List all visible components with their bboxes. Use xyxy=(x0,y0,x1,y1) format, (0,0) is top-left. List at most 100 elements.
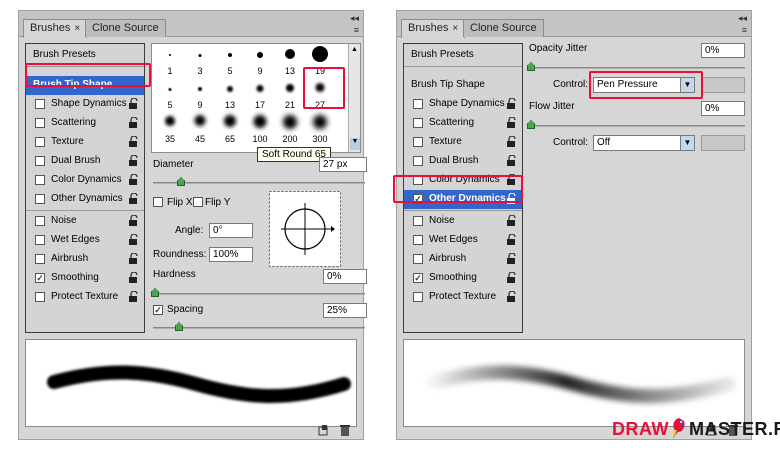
list-item-color-dynamics[interactable]: Color Dynamics xyxy=(26,171,144,190)
lock-icon[interactable] xyxy=(128,253,139,265)
lock-icon[interactable] xyxy=(506,117,517,129)
opacity-jitter-slider-thumb[interactable] xyxy=(527,62,535,71)
angle-field[interactable]: 0° xyxy=(209,223,253,238)
list-item-texture[interactable]: Texture xyxy=(404,133,522,152)
lock-icon[interactable] xyxy=(128,291,139,303)
checkbox[interactable] xyxy=(413,118,423,128)
list-item-scattering[interactable]: Scattering xyxy=(26,114,144,133)
list-item-wet-edges[interactable]: Wet Edges xyxy=(26,231,144,250)
lock-icon[interactable] xyxy=(506,291,517,303)
hardness-field[interactable]: 0% xyxy=(323,269,367,284)
lock-icon[interactable] xyxy=(128,174,139,186)
opacity-jitter-slider[interactable] xyxy=(529,67,745,69)
list-item-texture[interactable]: Texture xyxy=(26,133,144,152)
close-icon[interactable]: × xyxy=(74,23,80,34)
brush-tip-cell[interactable]: 21 xyxy=(275,80,305,110)
checkbox[interactable] xyxy=(413,137,423,147)
list-item-airbrush[interactable]: Airbrush xyxy=(26,250,144,269)
checkbox[interactable] xyxy=(35,118,45,128)
scroll-up-icon[interactable]: ▲ xyxy=(351,46,358,53)
checkbox[interactable] xyxy=(413,292,423,302)
list-item-noise[interactable]: Noise xyxy=(404,212,522,231)
panel-menu-icon[interactable]: ◂◂ ≡ xyxy=(738,12,747,36)
list-item-shape-dynamics[interactable]: Shape Dynamics xyxy=(404,95,522,114)
lock-icon[interactable] xyxy=(506,272,517,284)
list-item-scattering[interactable]: Scattering xyxy=(404,114,522,133)
lock-icon[interactable] xyxy=(128,193,139,205)
lock-icon[interactable] xyxy=(128,215,139,227)
checkbox[interactable] xyxy=(35,292,45,302)
flow-jitter-slider[interactable] xyxy=(529,125,745,127)
list-item-brush-presets[interactable]: Brush Presets xyxy=(404,46,522,65)
brush-tip-cell[interactable]: 13 xyxy=(275,46,305,76)
lock-icon[interactable] xyxy=(506,234,517,246)
lock-icon[interactable] xyxy=(128,136,139,148)
diameter-field[interactable]: 27 px xyxy=(319,157,367,172)
checkbox[interactable] xyxy=(413,254,423,264)
spacing-slider[interactable] xyxy=(153,327,365,329)
tab-brushes[interactable]: Brushes × xyxy=(23,19,88,38)
list-item-wet-edges[interactable]: Wet Edges xyxy=(404,231,522,250)
roundness-field[interactable]: 100% xyxy=(209,247,253,262)
spacing-checkbox[interactable]: ✓ xyxy=(153,305,163,315)
brush-tip-cell[interactable]: 5 xyxy=(155,80,185,110)
checkbox[interactable] xyxy=(35,99,45,109)
checkbox[interactable] xyxy=(35,216,45,226)
tab-clone-source[interactable]: Clone Source xyxy=(463,19,544,37)
flip-y-checkbox[interactable] xyxy=(193,197,203,207)
lock-icon[interactable] xyxy=(506,155,517,167)
brush-tip-cell[interactable]: 17 xyxy=(245,80,275,110)
checkbox[interactable] xyxy=(413,235,423,245)
spacing-field[interactable]: 25% xyxy=(323,303,367,318)
list-item-noise[interactable]: Noise xyxy=(26,212,144,231)
checkbox[interactable] xyxy=(413,156,423,166)
flow-jitter-slider-thumb[interactable] xyxy=(527,120,535,129)
checkbox-checked[interactable]: ✓ xyxy=(413,273,423,283)
checkbox[interactable] xyxy=(413,99,423,109)
checkbox[interactable] xyxy=(35,175,45,185)
diameter-slider-thumb[interactable] xyxy=(177,177,185,186)
opacity-jitter-field[interactable]: 0% xyxy=(701,43,745,58)
brush-tip-cell[interactable]: 65 xyxy=(215,114,245,144)
brush-tip-cell[interactable]: 13 xyxy=(215,80,245,110)
panel-menu-icon[interactable]: ◂◂ ≡ xyxy=(350,12,359,36)
lock-icon[interactable] xyxy=(128,98,139,110)
list-item-protect-texture[interactable]: Protect Texture xyxy=(26,288,144,307)
flow-jitter-field[interactable]: 0% xyxy=(701,101,745,116)
checkbox[interactable] xyxy=(413,216,423,226)
checkbox-checked[interactable]: ✓ xyxy=(35,273,45,283)
checkbox[interactable] xyxy=(35,194,45,204)
hardness-slider-thumb[interactable] xyxy=(151,288,159,297)
flow-control-select[interactable]: Off ▼ xyxy=(593,135,695,151)
list-item-shape-dynamics[interactable]: Shape Dynamics xyxy=(26,95,144,114)
lock-icon[interactable] xyxy=(128,234,139,246)
tab-clone-source[interactable]: Clone Source xyxy=(85,19,166,37)
brush-tip-cell[interactable]: 200 xyxy=(275,114,305,144)
list-item-airbrush[interactable]: Airbrush xyxy=(404,250,522,269)
lock-icon[interactable] xyxy=(506,215,517,227)
lock-icon[interactable] xyxy=(506,253,517,265)
brush-tip-cell[interactable]: 300 xyxy=(305,114,335,144)
chevron-down-icon[interactable]: ▼ xyxy=(680,136,694,150)
checkbox[interactable] xyxy=(35,137,45,147)
list-item-smoothing[interactable]: ✓ Smoothing xyxy=(404,269,522,288)
lock-icon[interactable] xyxy=(506,98,517,110)
list-item-dual-brush[interactable]: Dual Brush xyxy=(26,152,144,171)
lock-icon[interactable] xyxy=(506,136,517,148)
list-item-brush-tip-shape[interactable]: Brush Tip Shape xyxy=(404,76,522,95)
list-item-dual-brush[interactable]: Dual Brush xyxy=(404,152,522,171)
brush-tip-cell[interactable]: 5 xyxy=(215,46,245,76)
lock-icon[interactable] xyxy=(128,117,139,129)
brush-tip-cell[interactable]: 3 xyxy=(185,46,215,76)
brush-tip-cell[interactable]: 9 xyxy=(185,80,215,110)
brush-tip-cell[interactable]: 45 xyxy=(185,114,215,144)
tab-brushes[interactable]: Brushes × xyxy=(401,19,466,38)
checkbox[interactable] xyxy=(35,235,45,245)
checkbox[interactable] xyxy=(35,254,45,264)
scroll-down-icon[interactable]: ▼ xyxy=(350,138,360,150)
close-icon[interactable]: × xyxy=(452,23,458,34)
brush-tip-cell[interactable]: 9 xyxy=(245,46,275,76)
flip-x-checkbox[interactable] xyxy=(153,197,163,207)
lock-icon[interactable] xyxy=(128,272,139,284)
brush-tip-cell[interactable]: 35 xyxy=(155,114,185,144)
